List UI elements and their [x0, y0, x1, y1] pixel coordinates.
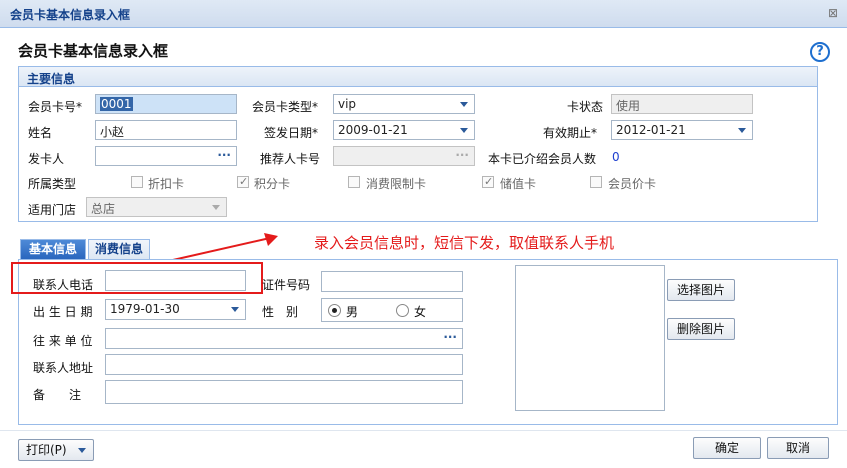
birth-date-picker[interactable]: 1979-01-30 [105, 299, 246, 320]
card-no-value: 0001 [100, 97, 133, 111]
radio-female-label: 女 [414, 305, 427, 319]
referrer-label: 推荐人卡号 [260, 152, 321, 166]
expiry-value: 2012-01-21 [616, 123, 686, 137]
note-field[interactable] [105, 380, 463, 404]
radio-male-label: 男 [346, 305, 359, 319]
card-type-value: vip [338, 97, 357, 111]
chevron-down-icon [738, 128, 746, 133]
window-titlebar: 会员卡基本信息录入框 ⊠ [0, 0, 847, 28]
chevron-down-icon [460, 128, 468, 133]
chevron-down-icon [460, 102, 468, 107]
card-status-label: 卡状态 [567, 100, 604, 114]
referrer-field: ··· [333, 146, 475, 166]
address-field[interactable] [105, 354, 463, 375]
checkbox-discount[interactable] [131, 176, 143, 188]
card-no-label: 会员卡号* [28, 100, 83, 114]
cancel-button[interactable]: 取消 [767, 437, 829, 459]
checkbox-stored-value-label: 储值卡 [500, 177, 537, 191]
checkbox-spend-limit-label: 消费限制卡 [366, 177, 427, 191]
delete-image-button[interactable]: 删除图片 [667, 318, 735, 340]
footer-divider [0, 430, 847, 431]
name-field[interactable]: 小赵 [95, 120, 237, 140]
company-label: 往 来 单 位 [33, 334, 93, 348]
issuer-field[interactable]: ··· [95, 146, 237, 166]
help-icon[interactable]: ? [810, 42, 830, 62]
note-label: 备 注 [33, 388, 82, 402]
issue-date-value: 2009-01-21 [338, 123, 408, 137]
name-label: 姓名 [28, 126, 53, 140]
referred-count-label: 本卡已介绍会员人数 [488, 152, 597, 166]
referred-count-value: 0 [612, 150, 620, 164]
card-status-field: 使用 [611, 94, 753, 114]
tab-basic-info[interactable]: 基本信息 [20, 239, 86, 259]
company-field[interactable]: ··· [105, 328, 463, 349]
page-title: 会员卡基本信息录入框 [18, 42, 169, 60]
checkbox-stored-value[interactable] [482, 175, 494, 188]
checkbox-points[interactable] [237, 175, 249, 188]
radio-female[interactable] [396, 304, 409, 317]
print-label: 打印(P) [26, 443, 67, 457]
more-icon: ··· [455, 148, 469, 162]
select-image-button[interactable]: 选择图片 [667, 279, 735, 301]
chevron-down-icon[interactable] [78, 448, 86, 453]
more-icon[interactable]: ··· [443, 330, 457, 344]
issuer-label: 发卡人 [28, 152, 65, 166]
id-label: 证件号码 [262, 278, 311, 292]
close-icon[interactable]: ⊠ [828, 6, 838, 20]
issue-date-picker[interactable]: 2009-01-21 [333, 120, 475, 140]
gender-label: 性 别 [262, 305, 299, 319]
phone-field[interactable] [105, 270, 246, 291]
checkbox-member-price-label: 会员价卡 [608, 177, 657, 191]
photo-box [515, 265, 665, 411]
checkbox-spend-limit[interactable] [348, 176, 360, 188]
name-value: 小赵 [100, 125, 125, 139]
card-type-select[interactable]: vip [333, 94, 475, 114]
id-field[interactable] [321, 271, 463, 292]
tab-consumption-info[interactable]: 消费信息 [88, 239, 150, 259]
ok-button[interactable]: 确定 [693, 437, 761, 459]
checkbox-points-label: 积分卡 [254, 177, 291, 191]
expiry-label: 有效期止* [543, 126, 598, 140]
birth-value: 1979-01-30 [110, 302, 180, 316]
issue-date-label: 签发日期* [264, 126, 319, 140]
birth-label: 出 生 日 期 [33, 305, 93, 319]
main-info-title: 主要信息 [27, 72, 76, 86]
chevron-down-icon [231, 307, 239, 312]
expiry-date-picker[interactable]: 2012-01-21 [611, 120, 753, 140]
radio-male[interactable] [328, 304, 341, 317]
store-value: 总店 [91, 202, 116, 216]
store-label: 适用门店 [28, 203, 77, 217]
main-info-header: 主要信息 [19, 67, 817, 87]
store-select: 总店 [86, 197, 227, 217]
gender-group [321, 298, 463, 322]
more-icon[interactable]: ··· [217, 148, 231, 162]
print-button[interactable]: 打印(P) [18, 439, 94, 461]
card-status-value: 使用 [616, 99, 641, 113]
address-label: 联系人地址 [33, 361, 94, 375]
type-label: 所属类型 [28, 177, 77, 191]
phone-label: 联系人电话 [33, 278, 94, 292]
chevron-down-icon [212, 205, 220, 210]
annotation-text: 录入会员信息时，短信下发，取值联系人手机 [314, 234, 615, 252]
card-no-field[interactable]: 0001 [95, 94, 237, 114]
card-type-label: 会员卡类型* [252, 100, 319, 114]
checkbox-discount-label: 折扣卡 [148, 177, 185, 191]
checkbox-member-price[interactable] [590, 176, 602, 188]
window-title: 会员卡基本信息录入框 [10, 8, 131, 22]
